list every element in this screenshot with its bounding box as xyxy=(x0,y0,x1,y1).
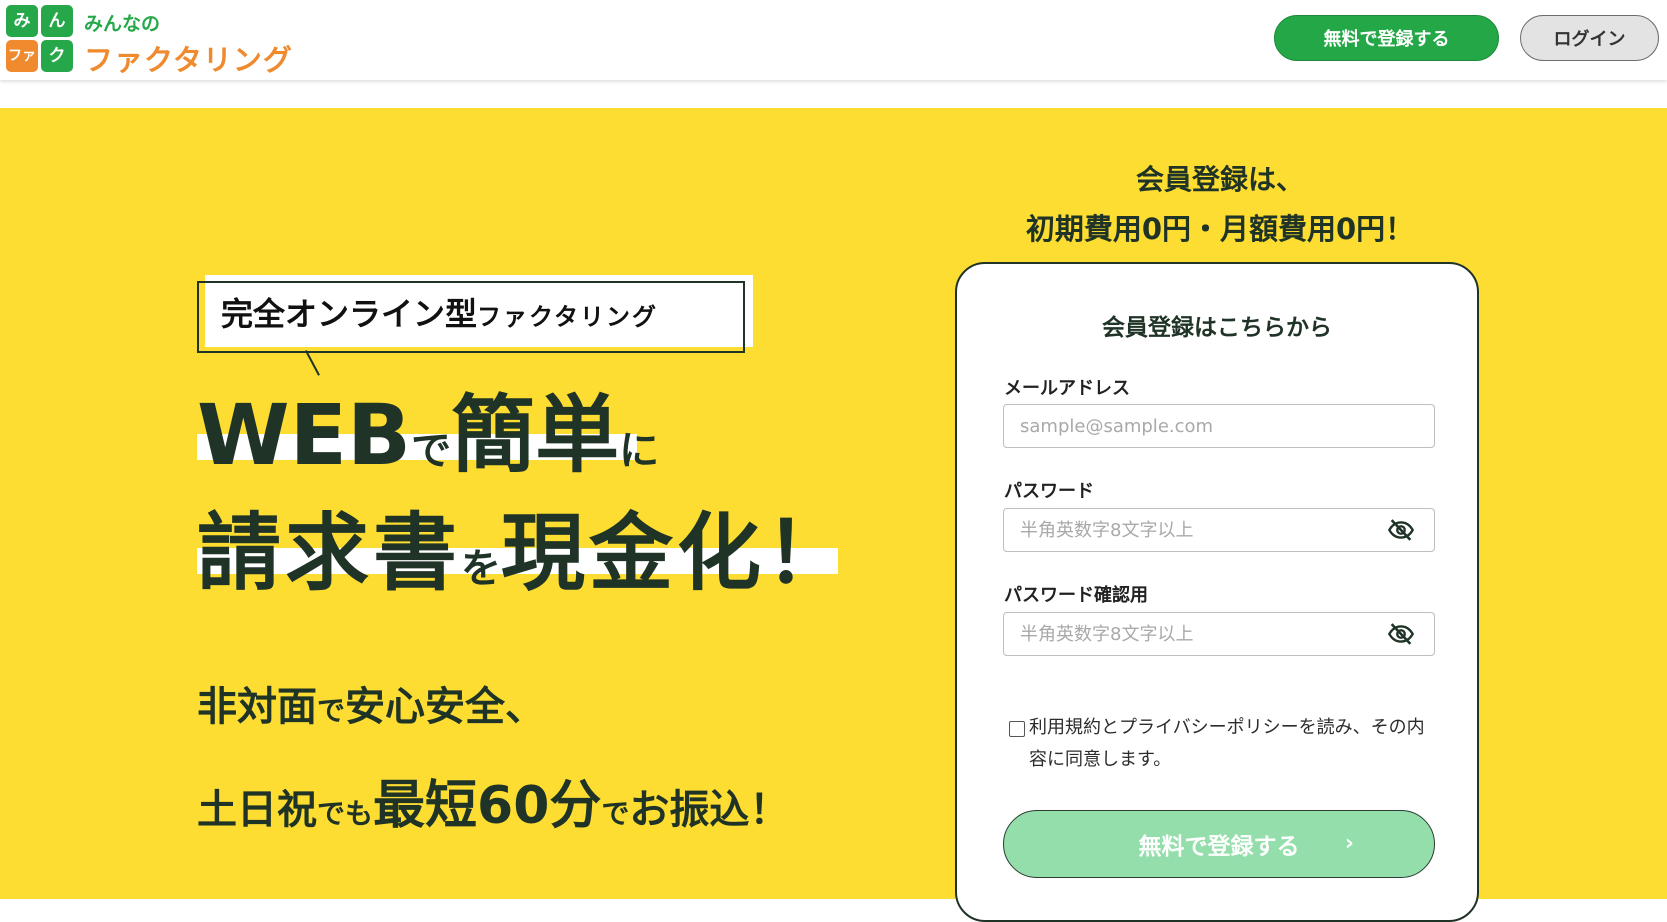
form-lead-1: 会員登録は、 xyxy=(1135,163,1304,196)
headline-line-1: WEBで簡単に xyxy=(197,368,659,489)
password-confirm-label: パスワード確認用 xyxy=(1004,585,1148,606)
headline-cash: 現金化！ xyxy=(501,504,854,602)
terms-checkbox[interactable] xyxy=(1009,721,1025,737)
password-label: パスワード xyxy=(1004,481,1094,502)
password-input[interactable] xyxy=(1003,508,1435,552)
hero-badge: 完全オンライン型ファクタリング xyxy=(197,263,755,376)
terms-text: 利用規約とプライバシーポリシーを読み、その内容に同意します。 xyxy=(1029,717,1425,770)
registration-form: 会員登録はこちらから メールアドレス パスワード パスワード確認用 利用規約とプ… xyxy=(955,262,1479,922)
hero-section: 完全オンライン型ファクタリング WEBで簡単に 請求書を現金化！ 非対面で安心安… xyxy=(0,108,1667,922)
badge-text: 完全オンライン型ファクタリング xyxy=(221,289,658,335)
subcopy-text: でも xyxy=(317,797,374,830)
site-logo[interactable]: み ん ファ ク みんなの ファクタリング xyxy=(6,5,306,77)
logo-tile: ん xyxy=(41,5,73,37)
form-title: 会員登録はこちらから xyxy=(1102,315,1332,341)
login-button[interactable]: ログイン xyxy=(1520,15,1659,61)
headline-web: WEB xyxy=(197,386,412,484)
headline-particle: を xyxy=(461,546,502,592)
logo-mark: み ん ファ ク xyxy=(6,5,74,73)
logo-text-small: みんなの xyxy=(84,13,161,35)
hero-subcopy-2: 土日祝でも最短60分でお振込！ xyxy=(197,763,789,838)
register-button[interactable]: 無料で登録する xyxy=(1274,15,1499,61)
email-label: メールアドレス xyxy=(1004,378,1130,399)
subcopy-emphasis: 最短60分 xyxy=(373,776,602,836)
headline-invoice: 請求書 xyxy=(197,504,462,602)
headline-particle: で xyxy=(411,428,452,474)
headline-line-2: 請求書を現金化！ xyxy=(197,486,853,607)
logo-tile: み xyxy=(6,5,38,37)
email-input[interactable] xyxy=(1003,404,1435,448)
hero-subcopy-1: 非対面で安心安全、 xyxy=(197,674,545,732)
logo-tile: ファ xyxy=(6,40,38,72)
chevron-right-icon: › xyxy=(1344,831,1354,856)
submit-label: 無料で登録する xyxy=(1138,834,1300,860)
logo-text-large: ファクタリング xyxy=(84,43,293,77)
submit-register-button[interactable]: 無料で登録する › xyxy=(1003,810,1435,878)
subcopy-text: 非対面 xyxy=(197,684,317,730)
headline-easy: 簡単 xyxy=(451,386,620,484)
eye-slash-icon[interactable] xyxy=(1387,620,1415,648)
logo-tile: ク xyxy=(41,40,73,72)
badge-text-rest: ファクタリング xyxy=(477,303,659,331)
eye-slash-icon[interactable] xyxy=(1387,516,1415,544)
form-lead-2: 初期費用0円・月額費用0円！ xyxy=(1025,212,1415,246)
subcopy-text: で xyxy=(317,694,346,727)
subcopy-text: で xyxy=(601,797,630,830)
subcopy-text: お振込！ xyxy=(629,787,790,833)
headline-particle: に xyxy=(619,428,660,474)
badge-text-bold: 完全オンライン型 xyxy=(221,295,478,333)
subcopy-text: 土日祝 xyxy=(197,787,317,833)
site-header: み ん ファ ク みんなの ファクタリング 無料で登録する ログイン xyxy=(0,0,1667,80)
subcopy-text: 安心安全、 xyxy=(345,684,546,730)
password-confirm-input[interactable] xyxy=(1003,612,1435,656)
